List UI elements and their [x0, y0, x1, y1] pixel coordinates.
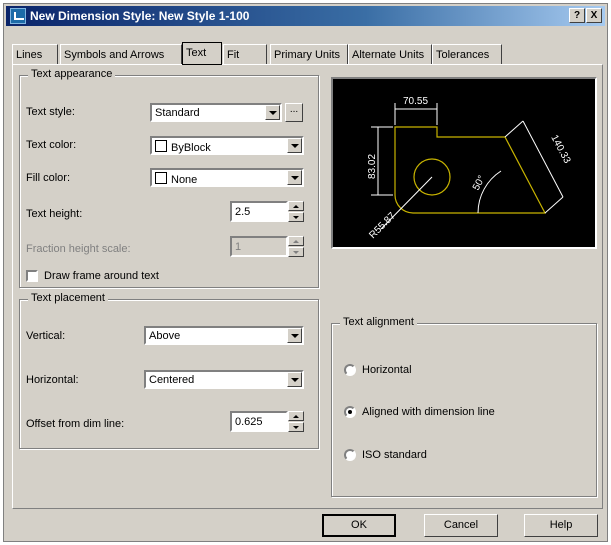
spin-up-icon[interactable] [288, 411, 304, 421]
text-appearance-group: Text appearance Text style: Standard ...… [19, 68, 319, 288]
help-button[interactable]: Help [524, 514, 598, 537]
text-color-label: Text color: [26, 139, 77, 151]
radio-horizontal-label: Horizontal [362, 364, 412, 376]
radio-horizontal[interactable] [344, 364, 356, 376]
vertical-value: Above [149, 330, 181, 342]
draw-frame-checkbox[interactable] [26, 270, 38, 282]
text-style-label: Text style: [26, 106, 75, 118]
dim-top-text: 70.55 [403, 96, 428, 107]
spin-up-icon[interactable] [288, 201, 304, 211]
vertical-label: Vertical: [26, 330, 66, 342]
radio-iso-standard-label: ISO standard [362, 449, 427, 461]
tab-fit[interactable]: Fit [223, 44, 267, 64]
spin-up-icon [288, 236, 304, 246]
spin-down-icon[interactable] [288, 212, 304, 222]
fraction-height-scale-spinner: 1 [230, 236, 304, 257]
tab-primary-units[interactable]: Primary Units [270, 44, 348, 64]
text-color-value: ByBlock [171, 142, 211, 154]
tab-symbols-and-arrows[interactable]: Symbols and Arrows [60, 44, 182, 64]
offset-value: 0.625 [235, 416, 263, 428]
fraction-height-scale-value: 1 [235, 241, 242, 253]
app-icon [10, 8, 26, 24]
offset-label: Offset from dim line: [26, 418, 125, 430]
horizontal-value: Centered [149, 374, 195, 386]
text-alignment-legend: Text alignment [340, 316, 417, 328]
color-swatch-icon [155, 172, 167, 184]
cancel-button[interactable]: Cancel [424, 514, 498, 537]
chevron-down-icon[interactable] [287, 372, 302, 387]
tab-alternate-units[interactable]: Alternate Units [348, 44, 432, 64]
spin-down-icon[interactable] [288, 422, 304, 432]
dim-left-text: 83.02 [367, 154, 378, 179]
vertical-select[interactable]: Above [144, 326, 304, 345]
chevron-down-icon[interactable] [287, 328, 302, 343]
preview-shape [394, 126, 546, 214]
dim-right-text: 140.33 [548, 133, 572, 166]
text-placement-legend: Text placement [28, 292, 108, 304]
fill-color-label: Fill color: [26, 172, 71, 184]
close-button[interactable]: X [586, 8, 602, 23]
text-color-select[interactable]: ByBlock [150, 136, 304, 155]
offset-spinner[interactable]: 0.625 [230, 411, 304, 432]
text-style-select[interactable]: Standard [150, 103, 282, 122]
chevron-down-icon[interactable] [287, 138, 302, 153]
window-title: New Dimension Style: New Style 1-100 [30, 9, 250, 23]
ok-button[interactable]: OK [322, 514, 396, 537]
dimension-preview-drawing: 70.55 83.02 140.33 50° R55.87 [367, 96, 573, 241]
text-height-spinner[interactable]: 2.5 [230, 201, 304, 222]
dim-radius-text: R55.87 [367, 210, 398, 241]
text-height-label: Text height: [26, 208, 83, 220]
text-style-value: Standard [155, 107, 200, 119]
fill-color-value: None [171, 174, 198, 186]
radio-aligned-label: Aligned with dimension line [362, 406, 495, 418]
text-placement-group: Text placement Vertical: Above Horizonta… [19, 292, 319, 449]
horizontal-label: Horizontal: [26, 374, 79, 386]
tab-panel-text: Text appearance Text style: Standard ...… [12, 64, 603, 509]
preview-pane: 70.55 83.02 140.33 50° R55.87 [331, 77, 597, 249]
text-appearance-legend: Text appearance [28, 68, 116, 80]
horizontal-select[interactable]: Centered [144, 370, 304, 389]
text-height-value: 2.5 [235, 206, 251, 218]
draw-frame-label: Draw frame around text [44, 270, 159, 282]
tab-text[interactable]: Text [182, 42, 222, 65]
dimension-style-dialog: New Dimension Style: New Style 1-100 ? X… [3, 3, 608, 542]
dim-angle-text: 50° [471, 174, 488, 193]
chevron-down-icon[interactable] [287, 170, 302, 185]
tab-lines[interactable]: Lines [12, 44, 58, 64]
text-alignment-group: Text alignment Horizontal Aligned with d… [331, 316, 597, 497]
fraction-height-scale-label: Fraction height scale: [26, 243, 131, 255]
preview-dimension-text: 70.55 83.02 140.33 50° R55.87 [367, 96, 573, 241]
radio-aligned-with-dimension-line[interactable] [344, 406, 356, 418]
title-bar: New Dimension Style: New Style 1-100 ? X [6, 6, 605, 26]
text-style-browse-button[interactable]: ... [285, 103, 303, 122]
color-swatch-icon [155, 140, 167, 152]
preview-dimension-lines [371, 103, 564, 230]
radio-iso-standard[interactable] [344, 449, 356, 461]
chevron-down-icon[interactable] [265, 105, 280, 120]
tab-tolerances[interactable]: Tolerances [432, 44, 502, 64]
fill-color-select[interactable]: None [150, 168, 304, 187]
spin-down-icon [288, 247, 304, 257]
help-title-button[interactable]: ? [569, 8, 585, 23]
